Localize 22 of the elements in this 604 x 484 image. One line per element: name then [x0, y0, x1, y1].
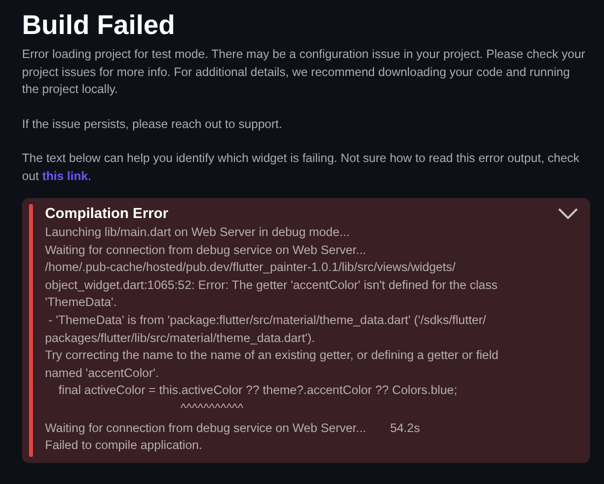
log-line: Try correcting the name to the name of an existing getter, or defining a getter or field: [45, 347, 500, 364]
message-text: The text below can help you identify which widget is failing. Not sure how to read this error output, check out this link.: [22, 150, 580, 184]
log-line: packages/flutter/lib/src/material/theme_data.dart').: [45, 330, 316, 347]
log-line: object_widget.dart:1065:52: Error: The getter 'accentColor' isn't defined for the class: [45, 276, 499, 294]
message-text: Error loading project for test mode. There may be a configuration issue in your project. Please check your project issues for more info. For additional details, we recommend downloading your code and running the project locally.: [22, 46, 586, 98]
log-line: Launching lib/main.dart on Web Server in debug mode...: [45, 224, 351, 241]
log-line: - 'ThemeData' is from 'package:flutter/src/material/theme_data.dart' ('/sdks/flutter/: [47, 312, 488, 329]
elapsed-time: 54.2s: [390, 420, 420, 437]
page-title: Build Failed: [22, 10, 176, 41]
message-text: If the issue persists, please reach out to support.: [22, 116, 284, 132]
log-line: named 'accentColor'.: [45, 364, 160, 382]
log-line: Waiting for connection from debug service on Web Server...: [45, 242, 368, 259]
log-line: Waiting for connection from debug service on Web Server...: [45, 420, 366, 437]
log-line: ^^^^^^^^^^^: [179, 400, 244, 417]
collapse-button[interactable]: [558, 208, 578, 220]
log-line: /home/.pub-cache/hosted/pub.dev/flutter_painter-1.0.1/lib/src/views/widgets/: [45, 259, 457, 276]
panel-title: Compilation Error: [45, 206, 168, 222]
log-line: Failed to compile application.: [45, 437, 204, 454]
log-line: final activeColor = this.activeColor ?? theme?.accentColor ?? Colors.blue;: [58, 382, 458, 400]
chevron-icon: [558, 208, 578, 220]
help-link[interactable]: this link: [42, 168, 88, 182]
log-line: 'ThemeData'.: [45, 294, 118, 312]
